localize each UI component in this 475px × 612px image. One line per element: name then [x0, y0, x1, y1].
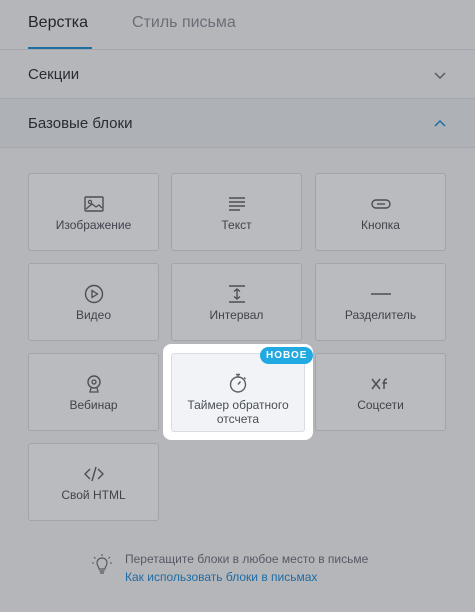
lightbulb-icon [92, 554, 112, 574]
block-webinar[interactable]: Вебинар [28, 353, 159, 431]
block-custom-html[interactable]: Свой HTML [28, 443, 159, 521]
social-icon [370, 378, 387, 390]
hint-text: Перетащите блоки в любое место в письме [125, 552, 369, 566]
block-countdown-timer[interactable]: Таймер обратного отсчета [171, 353, 305, 432]
block-video[interactable]: Видео [28, 263, 159, 341]
block-label: Разделитель [344, 308, 417, 322]
tab-email-style[interactable]: Стиль письма [132, 14, 236, 32]
button-icon [370, 199, 391, 209]
block-label: Соцсети [357, 398, 404, 412]
webinar-icon [86, 375, 101, 393]
block-text[interactable]: Текст [171, 173, 302, 251]
block-label: Видео [75, 308, 112, 322]
block-label: Вебинар [69, 398, 118, 412]
block-label: Таймер обратного отсчета [187, 398, 289, 426]
block-label: Интервал [209, 308, 264, 322]
divider-icon [370, 293, 391, 295]
block-image[interactable]: Изображение [28, 173, 159, 251]
section-basic-blocks[interactable]: Базовые блоки [0, 99, 475, 148]
help-link[interactable]: Как использовать блоки в письмах [125, 570, 317, 584]
highlight-frame: Таймер обратного отсчета НОВОЕ [163, 344, 314, 440]
block-label: Текст [221, 218, 252, 232]
block-spacer[interactable]: Интервал [171, 263, 302, 341]
block-label: Изображение [55, 218, 132, 232]
new-badge: НОВОЕ [260, 347, 314, 364]
timer-icon [229, 373, 247, 393]
block-button[interactable]: Кнопка [315, 173, 446, 251]
play-icon [84, 284, 103, 304]
chevron-up-icon[interactable] [433, 117, 447, 131]
section-sections[interactable]: Секции [0, 50, 475, 99]
code-icon [83, 466, 104, 482]
block-social[interactable]: Соцсети [315, 353, 446, 431]
section-label: Секции [28, 66, 80, 83]
section-label: Базовые блоки [28, 115, 133, 132]
block-label: Кнопка [361, 218, 400, 232]
active-tab-indicator [28, 47, 92, 49]
tab-layout[interactable]: Верстка [28, 14, 88, 32]
text-icon [228, 197, 245, 211]
block-divider[interactable]: Разделитель [315, 263, 446, 341]
image-icon [83, 196, 104, 212]
tab-bar: Верстка Стиль письма [0, 0, 475, 50]
block-label: Свой HTML [61, 488, 126, 502]
chevron-down-icon[interactable] [433, 68, 447, 82]
spacer-icon [228, 285, 245, 303]
